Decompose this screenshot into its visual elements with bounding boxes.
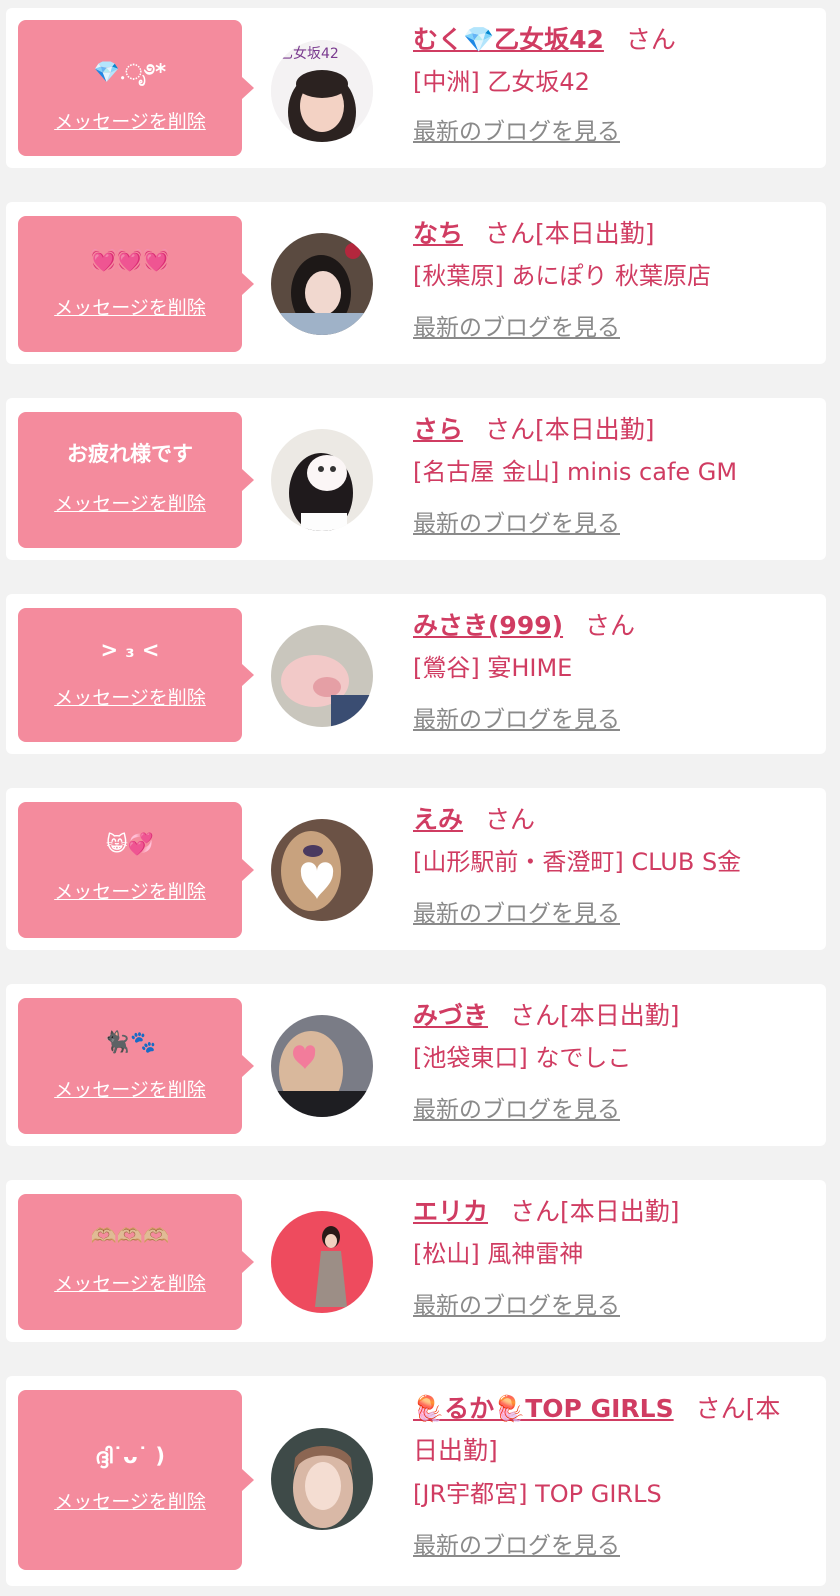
blog-link[interactable]: 最新のブログを見る	[413, 1526, 804, 1566]
avatar-logo-text: 乙女坂42	[279, 45, 339, 62]
blog-link[interactable]: 最新のブログを見る	[413, 504, 804, 544]
message-list: 💎.ೃ࿔* メッセージを削除 乙女坂42 むく💎乙女坂42 さん [中洲] 乙女坂…	[0, 0, 840, 1596]
shop-info: [山形駅前・香澄町] CLUB S金	[413, 848, 742, 876]
avatar[interactable]	[271, 1015, 373, 1117]
name-suffix: さん[本日出勤]	[510, 1001, 680, 1030]
cast-name-link[interactable]: さら	[413, 415, 463, 444]
message-text: 💓💓💓	[90, 248, 170, 272]
message-text: > ₃ <	[100, 638, 160, 662]
message-card: お疲れ様です メッセージを削除 さら さん[本日出勤] [名古屋 金山] mini…	[6, 398, 826, 560]
message-bubble: > ₃ < メッセージを削除	[18, 608, 254, 742]
blog-link[interactable]: 最新のブログを見る	[413, 1286, 804, 1326]
avatar[interactable]	[271, 429, 373, 531]
name-suffix: さん	[485, 805, 536, 834]
card-info: 🪼るか🪼TOP GIRLS さん[本日出勤] [JR宇都宮] TOP GIRLS …	[413, 1388, 804, 1566]
message-card: > ₃ < メッセージを削除 みさき(999) さん [鶯谷] 宴HIME 最新の…	[6, 594, 826, 754]
blog-link[interactable]: 最新のブログを見る	[413, 700, 804, 740]
shop-info: [松山] 風神雷神	[413, 1240, 584, 1268]
card-info: みさき(999) さん [鶯谷] 宴HIME 最新のブログを見る	[413, 606, 804, 740]
blog-link[interactable]: 最新のブログを見る	[413, 894, 804, 934]
cast-name-link[interactable]: 🪼るか🪼TOP GIRLS	[413, 1394, 674, 1423]
shop-info: [名古屋 金山] minis cafe GM	[413, 458, 738, 486]
message-bubble: お疲れ様です メッセージを削除	[18, 412, 254, 548]
shop-info: [JR宇都宮] TOP GIRLS	[413, 1480, 662, 1508]
cast-name-link[interactable]: なち	[413, 219, 463, 248]
card-info: むく💎乙女坂42 さん [中洲] 乙女坂42 最新のブログを見る	[413, 20, 804, 152]
avatar[interactable]	[271, 819, 373, 921]
avatar[interactable]	[271, 1211, 373, 1313]
blog-link[interactable]: 最新のブログを見る	[413, 1090, 804, 1130]
message-bubble: 🫶🏼🫶🏼🫶🏼 メッセージを削除	[18, 1194, 254, 1330]
card-info: エリカ さん[本日出勤] [松山] 風神雷神 最新のブログを見る	[413, 1192, 804, 1326]
card-info: なち さん[本日出勤] [秋葉原] あにぽり 秋葉原店 最新のブログを見る	[413, 214, 804, 348]
message-text: 💎.ೃ࿔*	[93, 60, 167, 84]
message-card: 💓💓💓 メッセージを削除 なち さん[本日出勤] [秋葉原] あにぽり 秋葉原店 …	[6, 202, 826, 364]
message-text: 😸💞	[105, 832, 155, 856]
shop-info: [池袋東口] なでしこ	[413, 1044, 632, 1072]
avatar[interactable]: 乙女坂42	[271, 40, 373, 142]
blog-link[interactable]: 最新のブログを見る	[413, 308, 804, 348]
avatar[interactable]	[271, 233, 373, 335]
message-card: 🐈‍⬛🐾 メッセージを削除 みづき さん[本日出勤] [池袋東口] なでしこ 最新…	[6, 984, 826, 1146]
message-text: ദ്ദി˙ᴗ˙ )	[95, 1444, 165, 1468]
cast-name-link[interactable]: みづき	[413, 1001, 488, 1030]
cast-name-link[interactable]: むく💎乙女坂42	[413, 25, 604, 54]
cast-name-link[interactable]: エリカ	[413, 1197, 488, 1226]
name-suffix: さん[本日出勤]	[485, 415, 655, 444]
message-bubble: 😸💞 メッセージを削除	[18, 802, 254, 938]
delete-message-link[interactable]: メッセージを削除	[18, 686, 242, 710]
shop-info: [中洲] 乙女坂42	[413, 68, 590, 96]
message-bubble: ദ്ദി˙ᴗ˙ ) メッセージを削除	[18, 1390, 254, 1570]
card-info: えみ さん [山形駅前・香澄町] CLUB S金 最新のブログを見る	[413, 800, 804, 934]
shop-info: [鶯谷] 宴HIME	[413, 654, 573, 682]
cast-name-link[interactable]: みさき(999)	[413, 611, 563, 640]
message-text: お疲れ様です	[67, 442, 193, 466]
message-bubble: 🐈‍⬛🐾 メッセージを削除	[18, 998, 254, 1134]
name-suffix: さん[本日出勤]	[485, 219, 655, 248]
blog-link[interactable]: 最新のブログを見る	[413, 112, 804, 152]
message-card: 🫶🏼🫶🏼🫶🏼 メッセージを削除 エリカ さん[本日出勤] [松山] 風神雷神 最新…	[6, 1180, 826, 1342]
message-text: 🫶🏼🫶🏼🫶🏼	[90, 1224, 170, 1248]
card-info: みづき さん[本日出勤] [池袋東口] なでしこ 最新のブログを見る	[413, 996, 804, 1130]
message-text: 🐈‍⬛🐾	[103, 1030, 157, 1054]
delete-message-link[interactable]: メッセージを削除	[18, 880, 242, 904]
delete-message-link[interactable]: メッセージを削除	[18, 296, 242, 320]
message-bubble: 💎.ೃ࿔* メッセージを削除	[18, 20, 254, 156]
avatar[interactable]	[271, 625, 373, 727]
message-card: ദ്ദി˙ᴗ˙ ) メッセージを削除 🪼るか🪼TOP GIRLS さん[本日出勤]…	[6, 1376, 826, 1586]
name-suffix: さん	[625, 25, 676, 54]
delete-message-link[interactable]: メッセージを削除	[18, 1490, 242, 1514]
name-suffix: さん	[585, 611, 636, 640]
delete-message-link[interactable]: メッセージを削除	[18, 1272, 242, 1296]
avatar[interactable]	[271, 1428, 373, 1530]
card-info: さら さん[本日出勤] [名古屋 金山] minis cafe GM 最新のブログ…	[413, 410, 804, 544]
shop-info: [秋葉原] あにぽり 秋葉原店	[413, 262, 711, 290]
delete-message-link[interactable]: メッセージを削除	[18, 492, 242, 516]
name-suffix: さん[本日出勤]	[510, 1197, 680, 1226]
message-card: 💎.ೃ࿔* メッセージを削除 乙女坂42 むく💎乙女坂42 さん [中洲] 乙女坂…	[6, 8, 826, 168]
delete-message-link[interactable]: メッセージを削除	[18, 110, 242, 134]
message-bubble: 💓💓💓 メッセージを削除	[18, 216, 254, 352]
message-card: 😸💞 メッセージを削除 えみ さん [山形駅前・香澄町] CLUB S金 最新のブ…	[6, 788, 826, 950]
delete-message-link[interactable]: メッセージを削除	[18, 1078, 242, 1102]
cast-name-link[interactable]: えみ	[413, 805, 463, 834]
